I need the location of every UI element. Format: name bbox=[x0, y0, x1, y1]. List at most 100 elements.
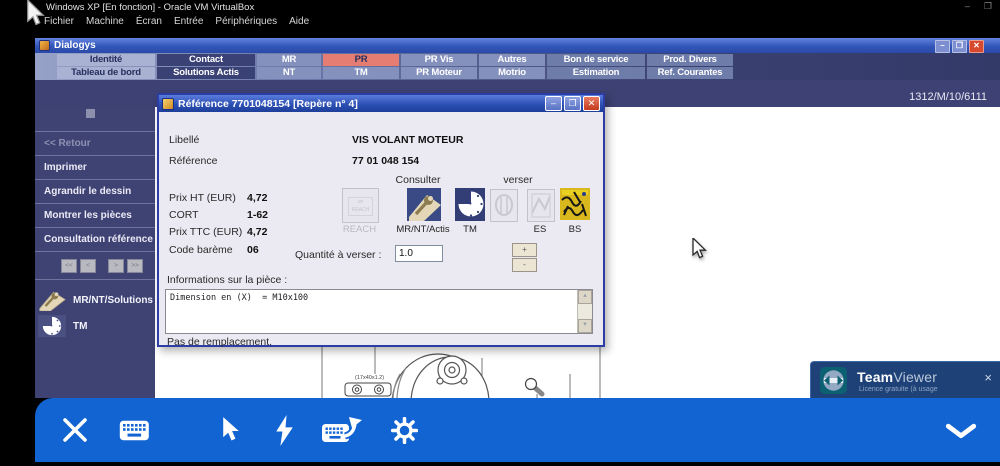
menu-ecran[interactable]: Écran bbox=[136, 16, 162, 27]
quantity-label: Quantité à verser : bbox=[295, 249, 381, 261]
vbox-window-title: Windows XP [En fonction] - Oracle VM Vir… bbox=[46, 2, 254, 13]
reach-button-disabled[interactable]: unREACH bbox=[342, 188, 379, 223]
tab-bon-de-service[interactable]: Bon de service bbox=[547, 54, 645, 66]
dialog-minimize-button[interactable]: – bbox=[545, 96, 562, 111]
document-code: 1312/M/10/6111 bbox=[909, 91, 987, 103]
vbox-restore-icon[interactable]: ❐ bbox=[984, 1, 992, 12]
sidebar-item-retour[interactable]: << Retour bbox=[35, 132, 155, 156]
tab-contact[interactable]: Contact bbox=[157, 54, 255, 66]
menu-entree[interactable]: Entrée bbox=[174, 16, 203, 27]
prix-ttc-value: 4,72 bbox=[247, 226, 267, 238]
tab-prod-divers[interactable]: Prod. Divers bbox=[647, 54, 733, 66]
dialog-restore-button[interactable]: ❐ bbox=[564, 96, 581, 111]
screen: Windows XP [En fonction] - Oracle VM Vir… bbox=[0, 0, 1000, 466]
teamviewer-license-text: Licence gratuite (à usage bbox=[859, 386, 938, 393]
sidebar-shortcut-tm[interactable]: TM bbox=[38, 313, 164, 339]
send-keys-icon[interactable] bbox=[321, 416, 363, 449]
quantity-decrement-button[interactable]: - bbox=[512, 258, 537, 272]
pager-prev-button[interactable]: < bbox=[80, 259, 96, 273]
pager-next-button[interactable]: > bbox=[108, 259, 124, 273]
quantity-increment-button[interactable]: + bbox=[512, 243, 537, 257]
tab-pr-vis[interactable]: PR Vis bbox=[401, 54, 477, 66]
tab-autres[interactable]: Autres bbox=[479, 54, 545, 66]
reference-dialog-titlebar[interactable]: Référence 7701048154 [Repère n° 4] – ❐ ✕ bbox=[159, 95, 603, 112]
code-bareme-label: Code barème bbox=[169, 244, 233, 256]
guest-mouse-cursor bbox=[692, 238, 708, 267]
pager-last-button[interactable]: >> bbox=[127, 259, 143, 273]
tab-motrio[interactable]: Motrio bbox=[479, 67, 545, 79]
actions-lightning-icon[interactable] bbox=[274, 415, 295, 451]
mouse-pointer-icon[interactable] bbox=[221, 417, 241, 449]
vbox-menubar: Fichier Machine Écran Entrée Périphériqu… bbox=[44, 16, 309, 27]
teamviewer-panel: TeamViewer Licence gratuite (à usage × bbox=[810, 361, 1000, 399]
host-mouse-cursor bbox=[26, 0, 47, 35]
reference-value: 77 01 048 154 bbox=[352, 155, 419, 167]
wrench-document-icon bbox=[38, 289, 66, 311]
bs-button[interactable] bbox=[560, 188, 590, 220]
no-replacement-text: Pas de remplacement. bbox=[167, 336, 272, 348]
app-minimize-button[interactable]: – bbox=[935, 40, 950, 53]
sidebar-item-imprimer[interactable]: Imprimer bbox=[35, 156, 155, 180]
keyboard-icon[interactable] bbox=[119, 420, 150, 446]
prix-ht-value: 4,72 bbox=[247, 192, 267, 204]
teamviewer-close-icon[interactable]: × bbox=[984, 371, 992, 384]
tab-identite[interactable]: Identité bbox=[57, 54, 155, 66]
flywheel-technical-drawing: (17x40x1.2) bbox=[300, 344, 620, 398]
menu-machine[interactable]: Machine bbox=[86, 16, 124, 27]
collapse-toolbar-chevron-icon[interactable] bbox=[945, 423, 977, 445]
menu-fichier[interactable]: Fichier bbox=[44, 16, 74, 27]
verser-disabled-icon-button[interactable] bbox=[490, 189, 518, 222]
reference-dialog-title: Référence 7701048154 [Repère n° 4] bbox=[178, 98, 543, 110]
reach-icon-label: REACH bbox=[342, 224, 377, 235]
shortcut-label: TM bbox=[73, 321, 87, 332]
reference-label: Référence bbox=[169, 155, 217, 167]
sidebar-item-consultation-reference[interactable]: Consultation référence bbox=[35, 228, 155, 252]
tab-mr[interactable]: MR bbox=[257, 54, 321, 66]
vbox-minimize-icon[interactable]: – bbox=[965, 1, 970, 12]
prix-ttc-label: Prix TTC (EUR) bbox=[169, 226, 242, 238]
part-info-textarea[interactable]: Dimension en (X) = M10x100 bbox=[167, 291, 578, 332]
tab-pr-selected[interactable]: PR bbox=[323, 54, 399, 66]
scroll-down-icon[interactable]: ▾ bbox=[578, 319, 592, 333]
tab-pr-moteur[interactable]: PR Moteur bbox=[401, 67, 477, 79]
es-button-disabled[interactable] bbox=[527, 189, 555, 222]
app-close-button[interactable]: ✕ bbox=[969, 40, 984, 53]
es-icon-label: ES bbox=[528, 224, 552, 235]
tab-tableau-de-bord[interactable]: Tableau de bord bbox=[57, 67, 155, 79]
close-session-icon[interactable] bbox=[62, 417, 88, 448]
prix-ht-label: Prix HT (EUR) bbox=[169, 192, 236, 204]
sidebar: << Retour Imprimer Agrandir le dessin Mo… bbox=[35, 107, 155, 398]
sidebar-item-agrandir-le-dessin[interactable]: Agrandir le dessin bbox=[35, 180, 155, 204]
page-navigation: << < > >> bbox=[35, 252, 155, 280]
settings-gear-icon[interactable] bbox=[391, 417, 418, 449]
scroll-up-icon[interactable]: ▴ bbox=[578, 290, 592, 304]
gauge-icon bbox=[38, 315, 66, 337]
sidebar-shortcut-mrnt-solutions[interactable]: MR/NT/Solutions ... bbox=[38, 287, 164, 313]
app-restore-button[interactable]: ❐ bbox=[952, 40, 967, 53]
menu-peripheriques[interactable]: Périphériques bbox=[215, 16, 277, 27]
tab-estimation[interactable]: Estimation bbox=[547, 67, 645, 79]
pager-first-button[interactable]: << bbox=[61, 259, 77, 273]
libelle-value: VIS VOLANT MOTEUR bbox=[352, 134, 463, 146]
quantity-input[interactable] bbox=[395, 245, 443, 262]
code-bareme-value: 06 bbox=[247, 244, 259, 256]
tab-nt[interactable]: NT bbox=[257, 67, 321, 79]
dialog-icon bbox=[163, 99, 173, 109]
mrnt-actis-button[interactable] bbox=[407, 188, 441, 221]
sidebar-item-montrer-les-pieces[interactable]: Montrer les pièces bbox=[35, 204, 155, 228]
tab-strip: Identité Contact MR PR PR Vis Autres Bon… bbox=[35, 53, 1000, 81]
menu-aide[interactable]: Aide bbox=[289, 16, 309, 27]
dialogys-title: Dialogys bbox=[54, 40, 96, 51]
dialogys-titlebar[interactable]: Dialogys – ❐ ✕ bbox=[35, 38, 1000, 53]
shortcut-label: MR/NT/Solutions ... bbox=[73, 295, 164, 306]
teamviewer-brand: TeamViewer bbox=[857, 369, 937, 385]
cort-value: 1-62 bbox=[247, 209, 268, 221]
bs-icon-label: BS bbox=[563, 224, 587, 235]
tm-button[interactable] bbox=[455, 188, 485, 221]
tab-tm[interactable]: TM bbox=[323, 67, 399, 79]
tab-solutions-actis[interactable]: Solutions Actis bbox=[157, 67, 255, 79]
vbox-window-controls: – ❐ bbox=[965, 1, 992, 12]
tab-ref-courantes[interactable]: Ref. Courantes bbox=[647, 67, 733, 79]
dialog-close-button[interactable]: ✕ bbox=[583, 96, 600, 111]
part-info-scrollbar[interactable]: ▴ ▾ bbox=[577, 290, 592, 333]
